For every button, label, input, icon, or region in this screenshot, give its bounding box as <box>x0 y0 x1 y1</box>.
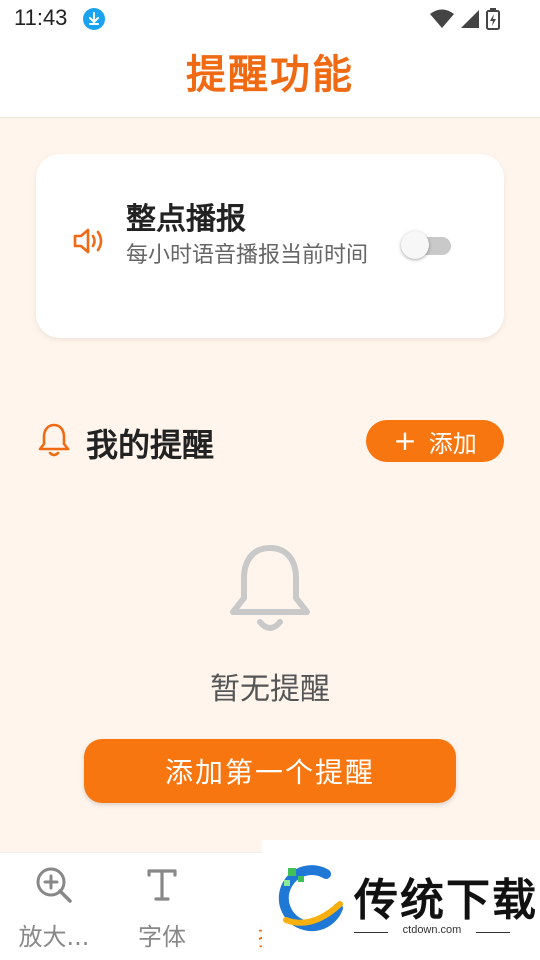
wifi-icon <box>430 9 454 33</box>
empty-bell-icon <box>228 544 312 640</box>
bell-icon <box>37 422 71 462</box>
empty-state-text: 暂无提醒 <box>210 672 330 707</box>
status-time: 11:43 <box>14 5 68 30</box>
watermark-logo-icon <box>276 864 346 940</box>
add-first-reminder-button[interactable]: 添加第一个提醒 <box>84 739 456 803</box>
hourly-broadcast-toggle[interactable] <box>401 231 453 259</box>
hourly-broadcast-card: 整点播报 每小时语音播报当前时间 <box>36 154 504 338</box>
magnifier-icon <box>34 865 74 909</box>
add-reminder-label: 添加 <box>428 429 477 458</box>
status-bar: 11:43 <box>0 0 540 36</box>
page-title: 提醒功能 <box>186 52 354 98</box>
hourly-broadcast-description: 每小时语音播报当前时间 <box>126 243 369 268</box>
toggle-knob <box>401 231 429 259</box>
app-header: 提醒功能 <box>0 36 540 118</box>
font-icon <box>142 865 182 909</box>
add-reminder-button[interactable]: + 添加 <box>366 420 504 462</box>
watermark-text: 传统下载 <box>354 875 538 926</box>
nav-label-magnifier: 放大... <box>18 923 90 951</box>
nav-label-font: 字体 <box>138 923 186 951</box>
download-icon <box>83 8 105 30</box>
speaker-icon <box>72 226 108 260</box>
watermark-site: ctdown.com <box>402 924 462 936</box>
signal-icon <box>460 9 480 33</box>
my-reminders-title: 我的提醒 <box>86 426 215 464</box>
plus-icon: + <box>393 424 417 457</box>
hourly-broadcast-title: 整点播报 <box>126 202 246 237</box>
watermark-line-right <box>476 932 510 933</box>
watermark: 传统下载 ctdown.com <box>262 840 540 960</box>
nav-item-magnifier[interactable]: 放大... <box>0 853 108 960</box>
nav-item-font[interactable]: 字体 <box>108 853 216 960</box>
battery-icon <box>486 8 500 34</box>
